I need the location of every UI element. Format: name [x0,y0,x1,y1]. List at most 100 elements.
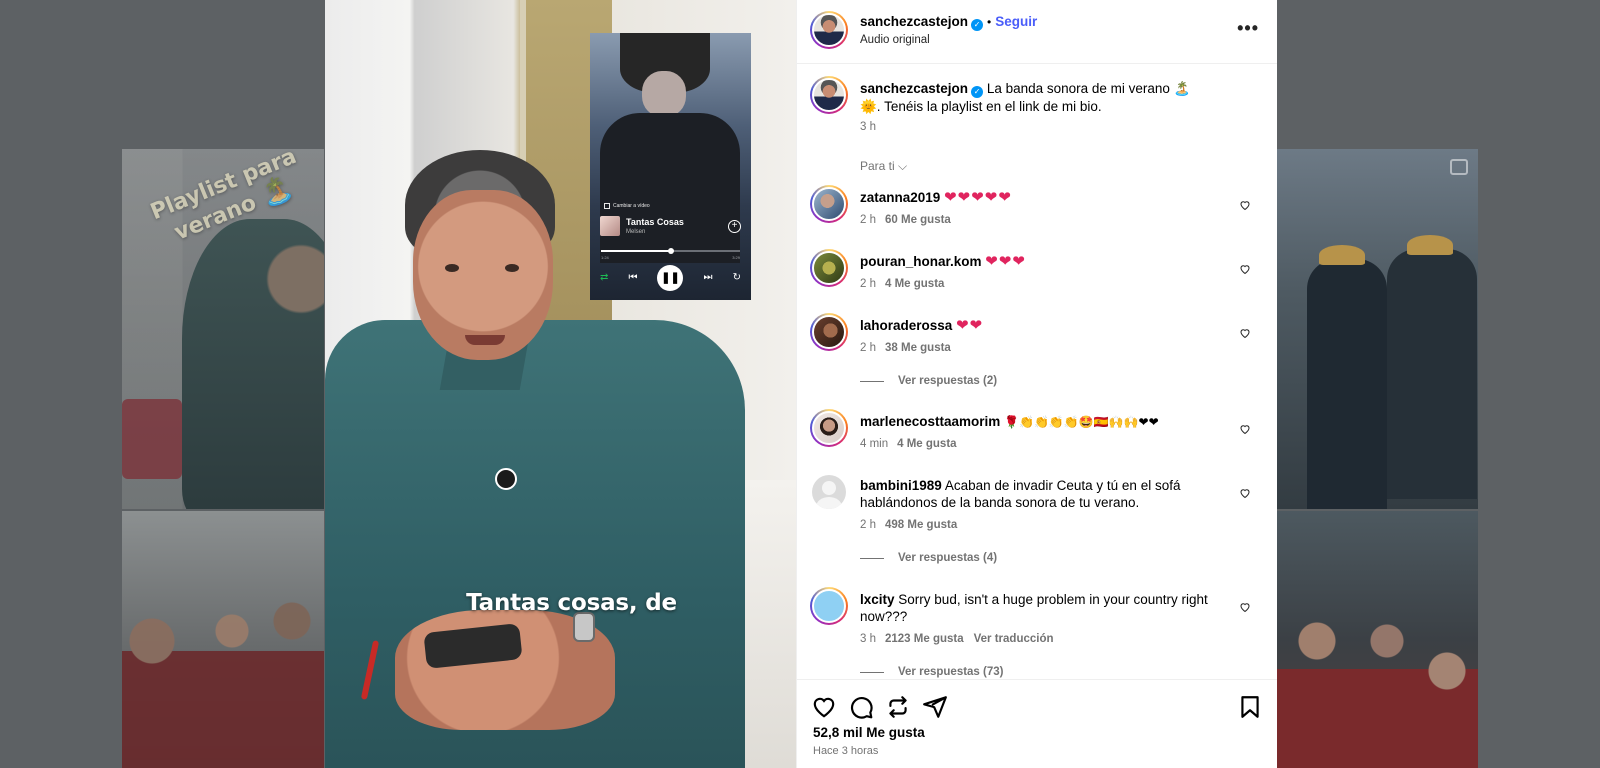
comment-time: 2 h [860,342,876,354]
background-post-thumbnail[interactable] [122,511,324,768]
comment-body: ❤❤❤ [985,253,1027,270]
track-artist: Melsen [626,229,646,235]
video-watch [573,612,595,642]
comment-likes[interactable]: 4 Me gusta [897,438,956,450]
previous-icon: ⏮ [628,272,638,283]
comment-avatar[interactable] [810,587,848,625]
replies-line [860,380,884,382]
comment-body: 🌹👏👏👏👏🤩🇪🇸🙌🙌❤❤ [1004,415,1159,429]
comment-username[interactable]: lxcity [860,592,895,607]
comment: pouran_honar.kom ❤❤❤ 2 h 4 Me gusta [810,249,1265,299]
comment-time: 3 h [860,633,876,645]
video-eye [445,264,459,272]
comment-likes[interactable]: 60 Me gusta [885,214,951,226]
comment-body: ❤❤ [956,317,984,334]
comment-text: marlenecosttaamorim 🌹👏👏👏👏🤩🇪🇸🙌🙌❤❤ [860,413,1210,431]
player-artwork-face [642,71,686,117]
replies-line [860,671,884,673]
default-avatar-icon[interactable] [812,475,846,509]
like-comment-icon[interactable] [1239,423,1251,435]
follow-button[interactable]: Seguir [995,14,1037,29]
view-replies-button[interactable]: Ver respuestas (2) [860,375,997,387]
comment-username[interactable]: lahoraderossa [860,318,952,333]
author-username[interactable]: sanchezcastejon [860,14,968,29]
background-post-thumbnail[interactable] [1277,511,1478,768]
comment: zatanna2019 ❤❤❤❤❤ 2 h 60 Me gusta [810,185,1265,235]
comment-username[interactable]: zatanna2019 [860,190,940,205]
more-options-icon[interactable]: ••• [1237,18,1259,39]
comment-time: 4 min [860,438,889,450]
for-you-filter[interactable]: Para ti ⌵ [860,159,907,174]
comment-body: Sorry bud, isn't a huge problem in your … [860,592,1208,624]
caption-avatar[interactable] [810,76,848,114]
replies-line [860,557,884,559]
video-lapel-pin [495,468,517,490]
save-icon[interactable] [1237,694,1263,720]
comment-avatar[interactable] [810,313,848,351]
comment-meta: 2 h 60 Me gusta [860,214,951,226]
comment-username[interactable]: pouran_honar.kom [860,254,982,269]
comment-avatar[interactable] [810,185,848,223]
comment-meta: 4 min 4 Me gusta [860,438,957,450]
comment-username[interactable]: marlenecosttaamorim [860,414,1000,429]
comment-username[interactable]: bambini1989 [860,478,942,493]
comments-scroll[interactable]: sanchezcastejon ✓ La banda sonora de mi v… [797,65,1277,678]
translate-button[interactable]: Ver traducción [974,633,1054,645]
comment: lxcity Sorry bud, isn't a huge problem i… [810,587,1265,651]
view-replies-label: Ver respuestas (2) [898,375,998,387]
post-header: sanchezcastejon ✓ • Seguir Audio original •… [797,0,1277,64]
likes-count[interactable]: 52,8 mil Me gusta [813,725,925,740]
view-replies-button[interactable]: Ver respuestas (73) [860,666,1003,678]
like-comment-icon[interactable] [1239,199,1251,211]
track-info: Tantas Cosas Melsen [626,217,684,235]
thumbnail-crowd [1277,601,1478,768]
comment-text: lahoraderossa ❤❤ [860,317,1210,334]
comment-likes[interactable]: 2123 Me gusta [885,633,964,645]
comment-likes[interactable]: 498 Me gusta [885,519,957,531]
view-replies-label: Ver respuestas (73) [898,666,1004,678]
comment: bambini1989 Acaban de invadir Ceuta y tú… [810,473,1265,537]
original-audio-link[interactable]: Audio original [860,34,930,46]
like-comment-icon[interactable] [1239,263,1251,275]
comment-text: bambini1989 Acaban de invadir Ceuta y tú… [860,477,1210,511]
like-comment-icon[interactable] [1239,601,1251,613]
verified-icon: ✓ [971,19,984,31]
share-icon[interactable] [922,694,948,720]
comment-text: zatanna2019 ❤❤❤❤❤ [860,189,1210,206]
comment-meta: 3 h 2123 Me gusta Ver traducción [860,633,1054,645]
comment-icon[interactable] [848,694,874,720]
thumbnail-person [1307,259,1387,509]
comment-meta: 2 h 38 Me gusta [860,342,951,354]
post-time: Hace 3 horas [813,745,879,757]
comment-avatar[interactable] [810,249,848,287]
view-replies-label: Ver respuestas (4) [898,552,998,564]
track-cover [600,216,620,236]
like-icon[interactable] [811,694,837,720]
repost-icon[interactable] [885,694,911,720]
reel-icon [1450,159,1468,175]
music-player-overlay: Cambiar a vídeo Tantas Cosas Melsen + 1:… [590,33,751,300]
comment-likes[interactable]: 38 Me gusta [885,342,951,354]
like-comment-icon[interactable] [1239,327,1251,339]
for-you-label: Para ti [860,159,895,173]
comment-time: 2 h [860,519,876,531]
comment-avatar[interactable] [810,409,848,447]
repeat-icon: ↻ [732,272,741,283]
add-track-icon: + [728,219,741,233]
caption-username[interactable]: sanchezcastejon [860,81,968,96]
like-comment-icon[interactable] [1239,487,1251,499]
comment-likes[interactable]: 4 Me gusta [885,278,944,290]
video-switch-icon [604,203,610,209]
view-replies-button[interactable]: Ver respuestas (4) [860,552,997,564]
comment-text: lxcity Sorry bud, isn't a huge problem i… [860,591,1210,625]
post-details-panel: sanchezcastejon ✓ • Seguir Audio original •… [796,0,1277,768]
background-post-thumbnail[interactable] [1277,149,1478,509]
track-title: Tantas Cosas [626,217,684,227]
comment-meta: 2 h 4 Me gusta [860,278,944,290]
background-post-thumbnail[interactable]: Playlist para verano 🏝️ [122,149,324,509]
progress-bar [601,248,740,254]
change-video-label: Cambiar a vídeo [613,203,650,209]
author-avatar[interactable] [810,11,848,49]
progress-fill [601,250,671,252]
reel-video[interactable]: Cambiar a vídeo Tantas Cosas Melsen + 1:… [325,0,796,768]
